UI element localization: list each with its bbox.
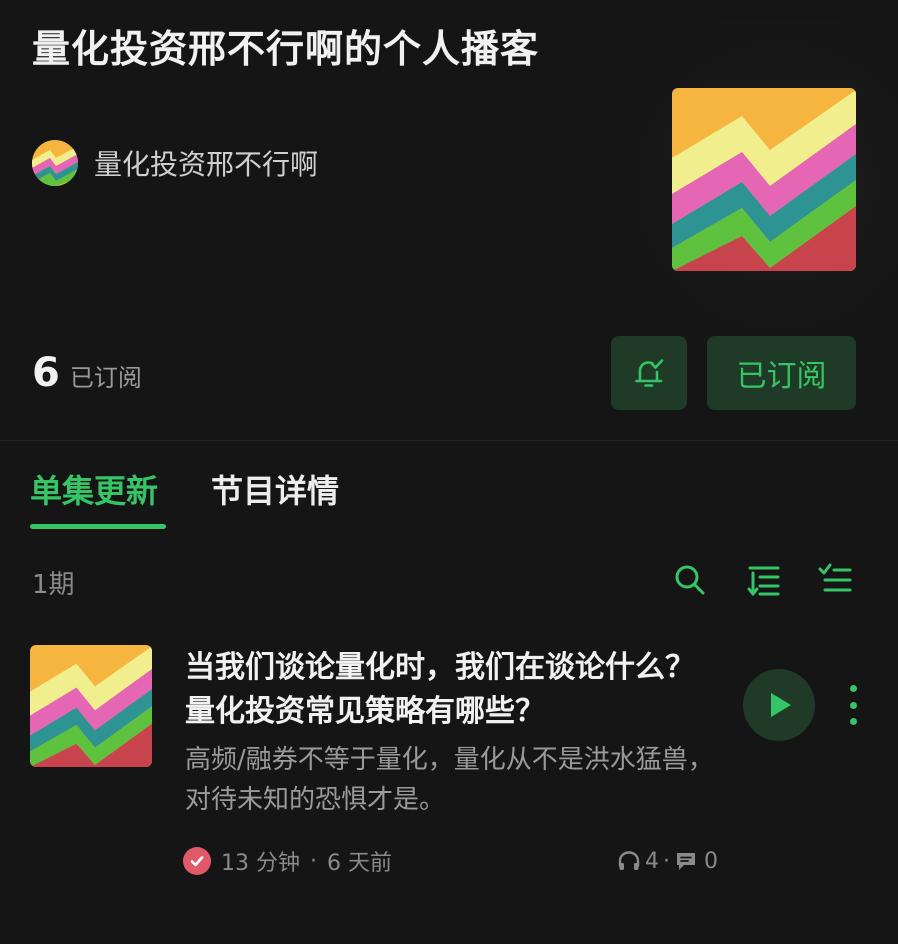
bell-check-icon [635,359,664,387]
author-row[interactable]: 量化投资邢不行啊 [32,138,318,188]
podcast-cover [672,88,856,271]
author-avatar [32,140,78,186]
episode-count: 1期 [32,570,75,600]
subscribe-button[interactable]: 已订阅 [707,336,856,410]
tab-details[interactable]: 节目详情 [211,466,339,512]
episode-cover[interactable] [30,645,152,767]
search-button[interactable] [670,560,710,600]
headphones-icon [618,851,640,870]
episode-description: 高频/融券不等于量化，量化从不是洪水猛兽，对待未知的恐惧才是。 [185,745,714,815]
play-icon [771,693,791,717]
active-tab-indicator [30,524,166,529]
episode-published: 6 天前 [327,851,392,876]
meta-separator: · [310,848,317,874]
more-options-button[interactable] [840,685,866,725]
stats-separator: · [663,848,670,874]
sort-icon [747,566,780,596]
played-check-icon [183,847,211,875]
episode-duration: 13 分钟 [221,851,300,876]
subscriber-label: 已订阅 [69,364,142,392]
author-name: 量化投资邢不行啊 [94,148,319,181]
multi-select-icon [818,563,852,592]
search-icon [675,565,705,595]
tab-episodes[interactable]: 单集更新 [30,466,158,512]
notification-bell-button[interactable] [611,336,687,410]
sort-button[interactable] [743,560,783,600]
episode-stats: 4 · 0 [617,843,718,879]
episode-meta: 13 分钟 · 6 天前 [183,843,392,879]
listen-count: 4 [645,848,659,874]
multi-select-button[interactable] [815,560,855,600]
comment-count: 0 [704,848,718,874]
comment-icon [677,853,695,870]
dot-icon [849,718,857,725]
play-button[interactable] [743,669,815,741]
header-divider [0,440,898,441]
dot-icon [849,685,857,692]
dot-icon [849,701,857,709]
subscriber-info: 6 已订阅 [32,350,142,396]
podcast-title: 量化投资邢不行啊的个人播客 [32,27,540,71]
episode-title[interactable]: 当我们谈论量化时，我们在谈论什么？量化投资常见策略有哪些？ [185,646,715,734]
subscriber-count: 6 [32,350,60,396]
